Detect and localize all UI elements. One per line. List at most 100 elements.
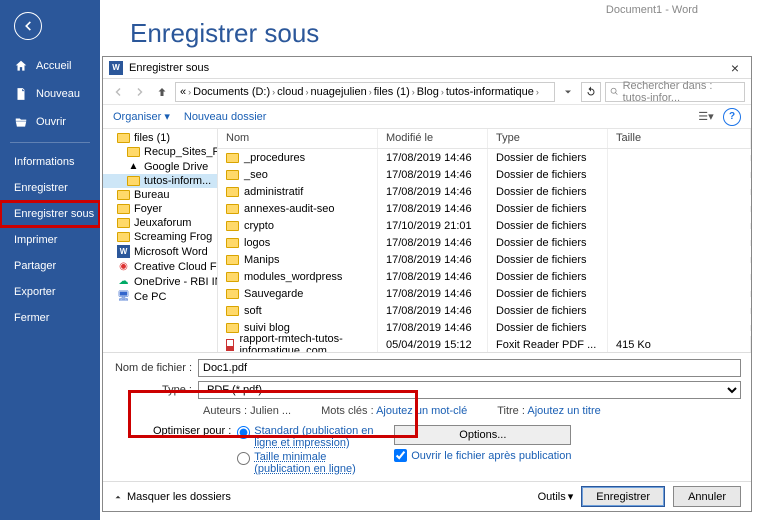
tree-item[interactable]: ▲Google Drive	[103, 159, 217, 174]
file-row[interactable]: rapport-rmtech-tutos-informatique_com...…	[218, 336, 751, 352]
tree-item[interactable]: files (1)	[103, 131, 217, 145]
breadcrumb-segment[interactable]: «	[180, 86, 186, 98]
nav-up-button[interactable]	[153, 83, 171, 101]
cancel-button[interactable]: Annuler	[673, 486, 741, 507]
dialog-titlebar: W Enregistrer sous ×	[103, 57, 751, 79]
folder-icon	[117, 218, 130, 228]
file-row[interactable]: administratif17/08/2019 14:46Dossier de …	[218, 183, 751, 200]
folder-icon	[226, 289, 239, 299]
sidebar-item-partager[interactable]: Partager	[0, 253, 100, 279]
col-date[interactable]: Modifié le	[378, 129, 488, 148]
folder-icon	[117, 232, 130, 242]
breadcrumb-segment[interactable]: files (1)	[374, 86, 410, 98]
open-after-checkbox[interactable]: Ouvrir le fichier après publication	[394, 449, 571, 462]
folder-icon	[117, 204, 130, 214]
nav-forward-button[interactable]	[131, 83, 149, 101]
file-row[interactable]: soft17/08/2019 14:46Dossier de fichiers	[218, 302, 751, 319]
search-input[interactable]: Rechercher dans : tutos-infor...	[605, 82, 745, 102]
new-folder-button[interactable]: Nouveau dossier	[184, 111, 267, 123]
folder-icon	[127, 147, 140, 157]
word-icon: W	[109, 61, 123, 75]
file-row[interactable]: _seo17/08/2019 14:46Dossier de fichiers	[218, 166, 751, 183]
sidebar-item-informations[interactable]: Informations	[0, 149, 100, 175]
folder-tree[interactable]: files (1)Recup_Sites_F▲Google Drivetutos…	[103, 129, 218, 352]
breadcrumb-segment[interactable]: cloud	[277, 86, 303, 98]
app-title: Document1 - Word	[606, 4, 698, 16]
file-row[interactable]: annexes-audit-seo17/08/2019 14:46Dossier…	[218, 200, 751, 217]
tree-item[interactable]: tutos-inform...	[103, 174, 217, 188]
column-headers[interactable]: Nom Modifié le Type Taille	[218, 129, 751, 149]
pc-icon: 🖥	[117, 290, 130, 303]
back-button[interactable]	[14, 12, 42, 40]
col-size[interactable]: Taille	[608, 129, 751, 148]
col-name[interactable]: Nom	[218, 129, 378, 148]
tree-item[interactable]: Screaming Frog	[103, 230, 217, 244]
sidebar-item-fermer[interactable]: Fermer	[0, 305, 100, 331]
word-backstage-sidebar: AccueilNouveauOuvrir InformationsEnregis…	[0, 0, 100, 520]
help-button[interactable]: ?	[723, 108, 741, 126]
optimize-standard-radio[interactable]: Standard (publication en ligne et impres…	[237, 425, 374, 449]
folder-icon	[226, 170, 239, 180]
nav-back-button[interactable]	[109, 83, 127, 101]
breadcrumb-segment[interactable]: Documents (D:)	[193, 86, 270, 98]
sidebar-item-enregistrer[interactable]: Enregistrer	[0, 175, 100, 201]
save-button[interactable]: Enregistrer	[581, 486, 665, 507]
folder-icon	[226, 204, 239, 214]
breadcrumb-segment[interactable]: tutos-informatique	[446, 86, 534, 98]
add-title-link[interactable]: Ajoutez un titre	[527, 405, 600, 417]
open-icon	[14, 115, 28, 129]
sidebar-item-accueil[interactable]: Accueil	[0, 52, 100, 80]
file-row[interactable]: logos17/08/2019 14:46Dossier de fichiers	[218, 234, 751, 251]
save-as-dialog: W Enregistrer sous × «›Documents (D:)›cl…	[102, 56, 752, 512]
doc-icon	[14, 87, 28, 101]
breadcrumb-dropdown[interactable]	[559, 83, 577, 101]
word-icon: W	[117, 245, 130, 258]
tree-item[interactable]: 🖥Ce PC	[103, 289, 217, 304]
options-button[interactable]: Options...	[394, 425, 571, 445]
col-type[interactable]: Type	[488, 129, 608, 148]
filetype-select[interactable]: PDF (*.pdf)	[198, 381, 741, 399]
add-tag-link[interactable]: Ajoutez un mot-clé	[376, 405, 467, 417]
folder-icon	[226, 187, 239, 197]
file-list[interactable]: _procedures17/08/2019 14:46Dossier de fi…	[218, 149, 751, 352]
onedrive-icon: ☁	[117, 275, 130, 288]
breadcrumb-segment[interactable]: nuagejulien	[310, 86, 366, 98]
sidebar-item-exporter[interactable]: Exporter	[0, 279, 100, 305]
sidebar-item-nouveau[interactable]: Nouveau	[0, 80, 100, 108]
hide-folders-toggle[interactable]: Masquer les dossiers	[113, 491, 231, 503]
close-button[interactable]: ×	[725, 60, 745, 76]
file-row[interactable]: Manips17/08/2019 14:46Dossier de fichier…	[218, 251, 751, 268]
breadcrumb[interactable]: «›Documents (D:)›cloud›nuagejulien›files…	[175, 82, 555, 102]
breadcrumb-segment[interactable]: Blog	[417, 86, 439, 98]
refresh-button[interactable]	[581, 82, 601, 102]
dialog-title: Enregistrer sous	[129, 62, 209, 74]
sidebar-divider	[10, 142, 90, 143]
sidebar-item-imprimer[interactable]: Imprimer	[0, 227, 100, 253]
folder-icon	[226, 153, 239, 163]
tree-item[interactable]: ◉Creative Cloud Fil	[103, 259, 217, 274]
tree-item[interactable]: Jeuxaforum	[103, 216, 217, 230]
file-row[interactable]: modules_wordpress17/08/2019 14:46Dossier…	[218, 268, 751, 285]
tree-item[interactable]: ☁OneDrive - RBI INI	[103, 274, 217, 289]
tree-item[interactable]: Bureau	[103, 188, 217, 202]
folder-icon	[226, 272, 239, 282]
cc-icon: ◉	[117, 260, 130, 273]
file-row[interactable]: _procedures17/08/2019 14:46Dossier de fi…	[218, 149, 751, 166]
optimize-min-radio[interactable]: Taille minimale (publication en ligne)	[237, 451, 374, 475]
filename-label: Nom de fichier :	[113, 362, 198, 374]
file-row[interactable]: crypto17/10/2019 21:01Dossier de fichier…	[218, 217, 751, 234]
tools-menu[interactable]: Outils ▾	[538, 490, 574, 503]
folder-icon	[117, 190, 130, 200]
home-icon	[14, 59, 28, 73]
gdrive-icon: ▲	[127, 160, 140, 173]
tree-item[interactable]: Foyer	[103, 202, 217, 216]
tree-item[interactable]: WMicrosoft Word	[103, 244, 217, 259]
sidebar-item-enregistrer-sous[interactable]: Enregistrer sous	[0, 201, 100, 227]
organize-menu[interactable]: Organiser ▾	[113, 110, 170, 123]
filename-input[interactable]	[198, 359, 741, 377]
view-options-button[interactable]: ☰▾	[697, 108, 715, 126]
file-row[interactable]: Sauvegarde17/08/2019 14:46Dossier de fic…	[218, 285, 751, 302]
folder-icon	[226, 238, 239, 248]
tree-item[interactable]: Recup_Sites_F	[103, 145, 217, 159]
sidebar-item-ouvrir[interactable]: Ouvrir	[0, 108, 100, 136]
